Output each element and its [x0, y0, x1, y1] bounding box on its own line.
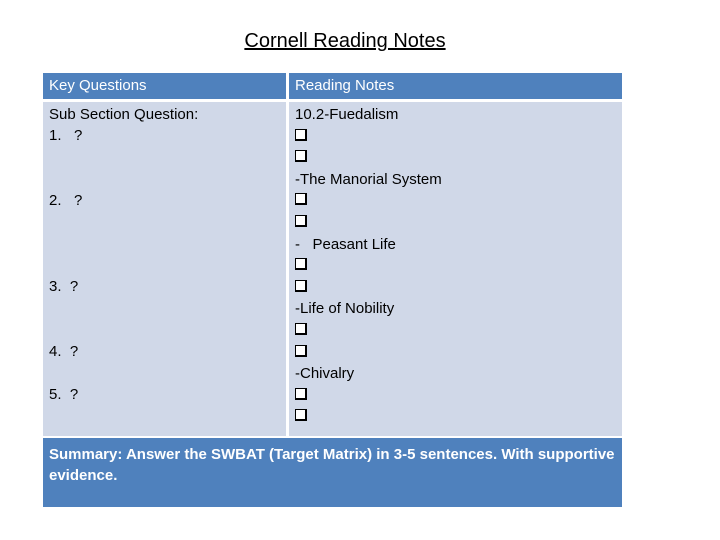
- note-bullet: [295, 279, 307, 297]
- question-item: 2. ?: [49, 192, 83, 209]
- note-bullet: [295, 344, 307, 362]
- checkbox-bullet-icon: [295, 258, 307, 271]
- note-bullet: [295, 192, 307, 210]
- note-bullet: [295, 322, 307, 340]
- question-item: 3. ?: [49, 278, 79, 295]
- note-heading: 10.2-Fuedalism: [295, 106, 399, 123]
- note-bullet: [295, 408, 307, 426]
- checkbox-bullet-icon: [295, 387, 307, 400]
- key-questions-cell[interactable]: Sub Section Question: 1. ? 2. ? 3. ? 4. …: [43, 102, 286, 436]
- sub-section-question-label: Sub Section Question:: [49, 106, 199, 123]
- note-heading: -The Manorial System: [295, 170, 442, 188]
- note-heading: -Chivalry: [295, 365, 355, 383]
- note-bullet: [295, 387, 307, 405]
- checkbox-bullet-icon: [295, 215, 307, 227]
- checkbox-bullet-icon: [295, 409, 307, 422]
- note-bullet: [295, 257, 307, 275]
- note-bullet: [295, 128, 307, 146]
- note-heading: -Life of Nobility: [295, 300, 395, 318]
- header-key-questions: Key Questions: [43, 73, 286, 99]
- reading-notes-cell[interactable]: 10.2-Fuedalism -The Manorial System - Peas…: [289, 102, 622, 436]
- note-heading: - Peasant Life: [295, 235, 396, 253]
- checkbox-bullet-icon: [295, 279, 307, 292]
- question-item: 5. ?: [49, 386, 79, 403]
- question-item: 4. ?: [49, 343, 79, 360]
- checkbox-bullet-icon: [295, 344, 307, 357]
- note-bullet: [295, 214, 307, 232]
- page-title: Cornell Reading Notes: [244, 30, 446, 52]
- checkbox-bullet-icon: [295, 150, 307, 163]
- checkbox-bullet-icon: [295, 193, 307, 206]
- checkbox-bullet-icon: [295, 128, 307, 141]
- header-reading-notes: Reading Notes: [289, 73, 622, 99]
- checkbox-bullet-icon: [295, 323, 307, 335]
- summary-section[interactable]: Summary: Answer the SWBAT (Target Matrix…: [43, 438, 622, 507]
- note-bullet: [295, 149, 307, 167]
- question-item: 1. ?: [49, 127, 83, 144]
